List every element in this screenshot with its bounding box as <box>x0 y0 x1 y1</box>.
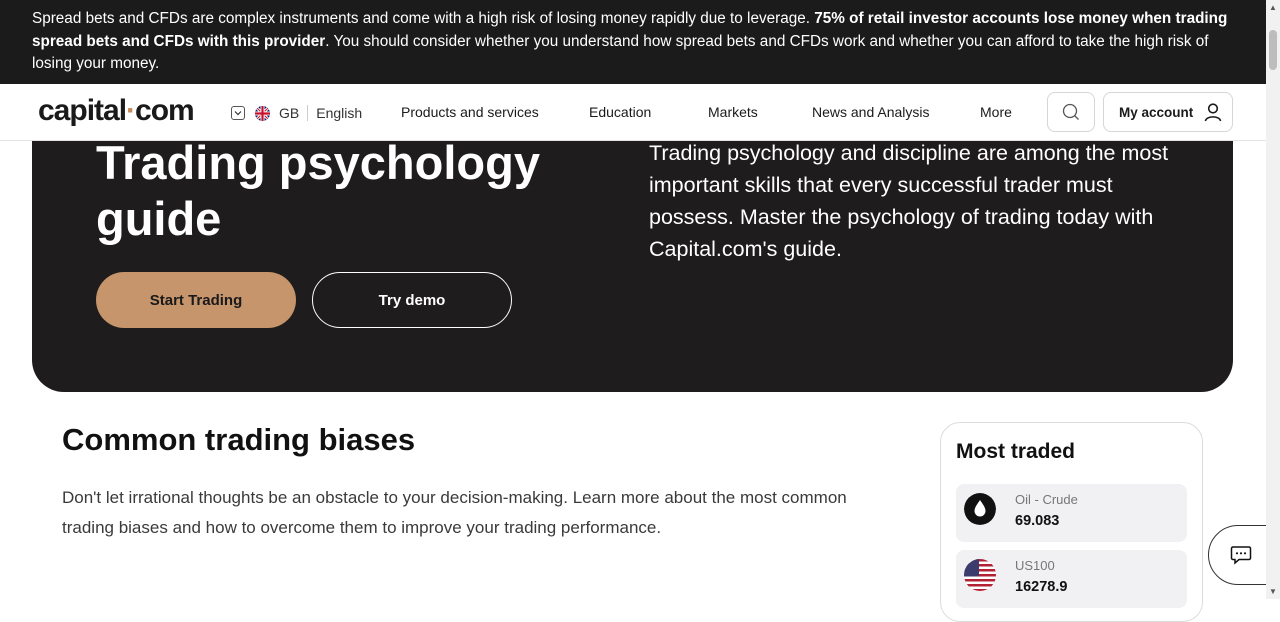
instrument-item-oil-crude[interactable]: Oil - Crude 69.083 <box>956 484 1187 542</box>
language-selector[interactable]: GB English <box>231 104 362 122</box>
logo-text-right: com <box>135 94 195 127</box>
most-traded-title: Most traded <box>956 440 1076 463</box>
scroll-up-arrow-icon[interactable]: ▲ <box>1269 3 1277 12</box>
try-demo-button[interactable]: Try demo <box>312 272 512 328</box>
uk-flag-icon <box>255 105 270 121</box>
us-flag-icon <box>964 559 996 591</box>
most-traded-card: Most traded Oil - Crude 69.083 US100 162… <box>940 422 1203 622</box>
logo-dot: · <box>126 94 136 127</box>
section-description: Don't let irrational thoughts be an obst… <box>62 488 847 537</box>
search-icon <box>1062 103 1079 120</box>
nav-news-and-analysis[interactable]: News and Analysis <box>812 104 930 120</box>
search-button[interactable] <box>1047 92 1095 132</box>
nav-markets[interactable]: Markets <box>708 104 758 120</box>
hero-description: Trading psychology and discipline are am… <box>649 141 1169 261</box>
chat-button[interactable] <box>1208 525 1268 585</box>
hero-section: Trading psychology guide Start Trading T… <box>32 136 1233 392</box>
logo-text-left: capital <box>38 94 127 127</box>
instrument-name: US100 <box>1015 558 1055 573</box>
section-title: Common trading biases <box>62 422 416 457</box>
risk-warning-banner: Spread bets and CFDs are complex instrum… <box>0 0 1266 84</box>
user-icon <box>1204 103 1222 122</box>
nav-more[interactable]: More <box>980 104 1012 120</box>
instrument-name: Oil - Crude <box>1015 492 1078 507</box>
instrument-item-us100[interactable]: US100 16278.9 <box>956 550 1187 608</box>
page-title: Trading psychology guide <box>96 136 540 245</box>
instrument-price: 69.083 <box>1015 513 1060 529</box>
page-scrollbar[interactable]: ▲ ▼ <box>1266 0 1280 599</box>
site-header: capital·com GB English Products and serv… <box>0 84 1266 141</box>
language-label: English <box>316 105 363 121</box>
my-account-label: My account <box>1119 104 1194 120</box>
instrument-price: 16278.9 <box>1015 579 1068 595</box>
start-trading-button[interactable]: Start Trading <box>96 272 296 328</box>
country-code: GB <box>279 105 300 121</box>
nav-education[interactable]: Education <box>589 104 651 120</box>
language-divider <box>307 105 309 121</box>
oil-drop-icon <box>964 493 996 525</box>
capital-logo[interactable]: capital·com <box>38 94 195 128</box>
nav-products-and-services[interactable]: Products and services <box>401 104 539 120</box>
scrollbar-thumb[interactable] <box>1269 30 1277 70</box>
chevron-down-icon <box>231 106 245 120</box>
chat-icon <box>1230 546 1252 565</box>
my-account-button[interactable]: My account <box>1103 92 1233 132</box>
risk-text-start: Spread bets and CFDs are complex instrum… <box>32 10 815 27</box>
scroll-down-arrow-icon[interactable]: ▼ <box>1269 587 1277 596</box>
